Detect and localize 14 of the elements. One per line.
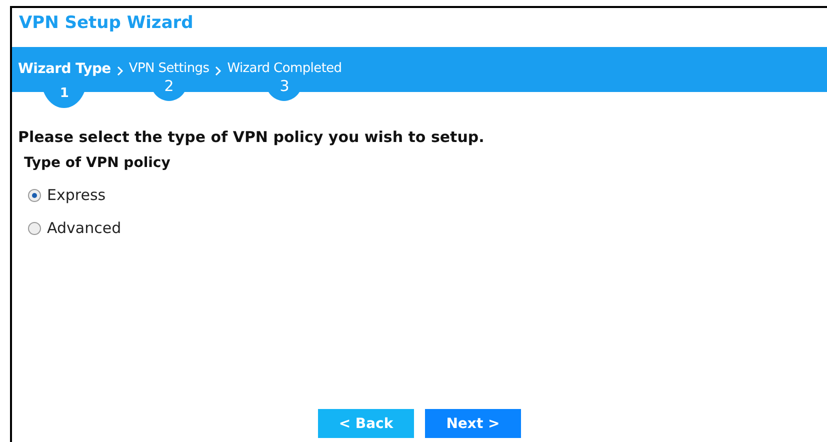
radio-button[interactable] <box>28 222 41 234</box>
window-title: VPN Setup Wizard <box>18 12 194 35</box>
radio-label: Express <box>47 186 106 204</box>
chevron-icon <box>114 66 125 76</box>
step-label: VPN Settings <box>128 61 210 76</box>
group-title: Type of VPN policy <box>24 155 172 171</box>
radio-label: Advanced <box>47 219 122 237</box>
back-button[interactable]: < Back <box>318 409 414 438</box>
next-button[interactable]: Next > <box>425 409 521 438</box>
radio-button[interactable] <box>28 188 41 202</box>
step-label: Wizard Type <box>18 61 111 77</box>
step-label: Wizard Completed <box>227 61 342 76</box>
instruction-text: Please select the type of VPN policy you wish to setup. <box>18 128 486 146</box>
chevron-icon <box>213 66 224 76</box>
